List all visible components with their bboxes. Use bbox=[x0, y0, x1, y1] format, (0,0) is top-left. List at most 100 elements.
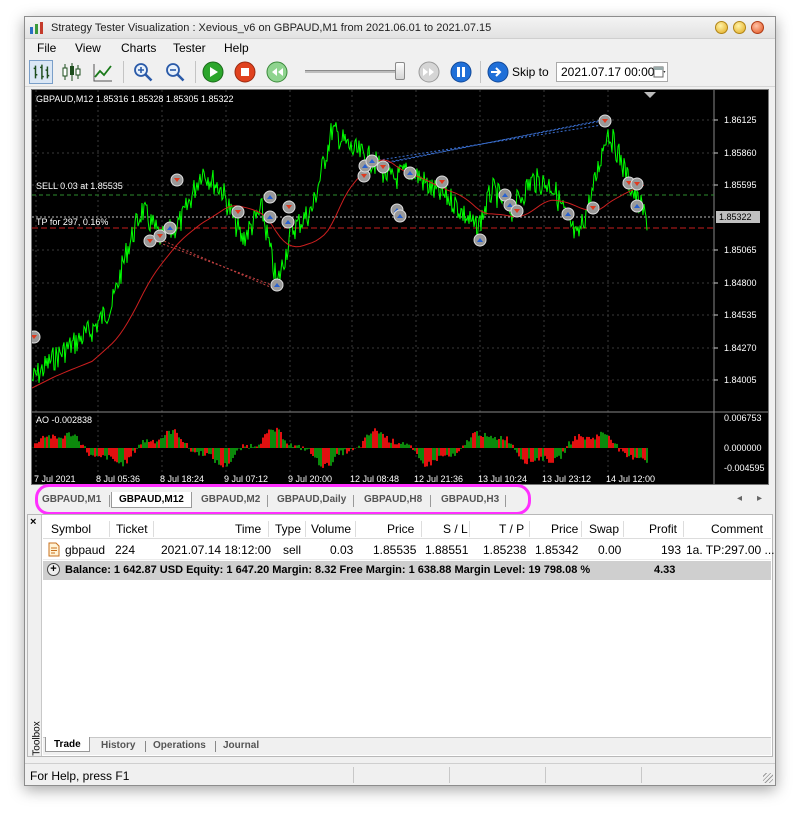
ao-bar bbox=[338, 448, 340, 455]
ao-bar bbox=[90, 448, 92, 455]
ao-bar bbox=[116, 448, 118, 463]
buy-marker-icon[interactable] bbox=[163, 221, 177, 235]
col-comment[interactable]: Comment bbox=[711, 522, 763, 536]
minimize-button[interactable] bbox=[715, 21, 728, 34]
menu-view[interactable]: View bbox=[75, 41, 101, 55]
col-tp[interactable]: T / P bbox=[499, 522, 524, 536]
column-divider[interactable] bbox=[469, 521, 470, 537]
speed-slider-track[interactable] bbox=[305, 70, 405, 73]
ao-bar bbox=[608, 435, 610, 448]
ao-bar bbox=[460, 448, 462, 449]
sell-marker-icon[interactable] bbox=[153, 229, 167, 243]
table-row[interactable]: gbpaud 224 2021.07.14 18:12:00 sell 0.03… bbox=[43, 540, 775, 560]
chart-shift-marker-icon[interactable] bbox=[644, 92, 656, 98]
ao-bar bbox=[80, 445, 82, 448]
buy-marker-icon[interactable] bbox=[270, 278, 284, 292]
column-divider[interactable] bbox=[153, 521, 154, 537]
column-divider[interactable] bbox=[421, 521, 422, 537]
sell-marker-icon[interactable] bbox=[376, 160, 390, 174]
tab-journal[interactable]: Journal bbox=[223, 740, 259, 751]
bar-chart-icon[interactable] bbox=[29, 60, 53, 84]
play-icon[interactable] bbox=[201, 60, 225, 84]
ao-bar bbox=[498, 438, 500, 448]
column-divider[interactable] bbox=[109, 521, 110, 537]
sell-marker-icon[interactable] bbox=[282, 200, 296, 214]
buy-marker-icon[interactable] bbox=[281, 215, 295, 229]
ao-bar bbox=[288, 445, 290, 448]
toolbox-close-icon[interactable]: × bbox=[30, 516, 36, 528]
column-divider[interactable] bbox=[305, 521, 306, 537]
pause-icon[interactable] bbox=[449, 60, 473, 84]
ao-bar bbox=[422, 448, 424, 464]
rewind-icon[interactable] bbox=[265, 60, 289, 84]
ao-bar bbox=[248, 448, 250, 449]
sell-marker-icon[interactable] bbox=[435, 175, 449, 189]
column-divider[interactable] bbox=[355, 521, 356, 537]
tab-operations[interactable]: Operations bbox=[153, 740, 206, 751]
column-divider[interactable] bbox=[581, 521, 582, 537]
column-divider[interactable] bbox=[623, 521, 624, 537]
menu-charts[interactable]: Charts bbox=[121, 41, 156, 55]
ao-bar bbox=[592, 437, 594, 448]
buy-marker-icon[interactable] bbox=[561, 207, 575, 221]
col-profit[interactable]: Profit bbox=[649, 522, 677, 536]
column-divider[interactable] bbox=[268, 521, 269, 537]
ao-bar bbox=[414, 448, 416, 451]
maximize-button[interactable] bbox=[733, 21, 746, 34]
buy-marker-icon[interactable] bbox=[630, 199, 644, 213]
buy-marker-icon[interactable] bbox=[473, 233, 487, 247]
col-type[interactable]: Type bbox=[275, 522, 301, 536]
col-symbol[interactable]: Symbol bbox=[51, 522, 91, 536]
col-volume[interactable]: Volume bbox=[311, 522, 351, 536]
stop-icon[interactable] bbox=[233, 60, 257, 84]
col-current-price[interactable]: Price bbox=[551, 522, 578, 536]
line-chart-icon[interactable] bbox=[91, 60, 115, 84]
zoom-out-icon[interactable] bbox=[163, 60, 187, 84]
column-divider[interactable] bbox=[683, 521, 684, 537]
menu-tester[interactable]: Tester bbox=[173, 41, 206, 55]
sell-marker-icon[interactable] bbox=[586, 201, 600, 215]
col-price[interactable]: Price bbox=[387, 522, 414, 536]
calendar-dropdown-icon[interactable] bbox=[653, 64, 667, 80]
tab-scroll-left-icon[interactable]: ◂ bbox=[737, 493, 742, 504]
buy-marker-icon[interactable] bbox=[393, 209, 407, 223]
expand-plus-icon[interactable]: + bbox=[47, 563, 60, 576]
tab-history[interactable]: History bbox=[101, 740, 135, 751]
buy-marker-icon[interactable] bbox=[263, 190, 277, 204]
skip-to-icon[interactable] bbox=[486, 60, 510, 84]
sell-marker-icon[interactable] bbox=[170, 173, 184, 187]
sell-marker-icon[interactable] bbox=[510, 204, 524, 218]
col-time[interactable]: Time bbox=[235, 522, 261, 536]
sell-marker-icon[interactable] bbox=[598, 114, 612, 128]
skip-to-date-field[interactable]: 2021.07.17 00:00 bbox=[556, 62, 668, 82]
zoom-in-icon[interactable] bbox=[131, 60, 155, 84]
buy-marker-icon[interactable] bbox=[403, 166, 417, 180]
buy-marker-icon[interactable] bbox=[365, 154, 379, 168]
ao-bar bbox=[296, 445, 298, 448]
sell-marker-icon[interactable] bbox=[630, 177, 644, 191]
col-swap[interactable]: Swap bbox=[589, 522, 619, 536]
resize-grip-icon[interactable] bbox=[763, 773, 773, 783]
column-divider[interactable] bbox=[529, 521, 530, 537]
sell-marker-icon[interactable] bbox=[231, 205, 245, 219]
menu-help[interactable]: Help bbox=[224, 41, 249, 55]
tab-scroll-right-icon[interactable]: ▸ bbox=[757, 493, 762, 504]
toolbox-tabs: Trade History Operations Journal bbox=[43, 737, 771, 755]
tab-trade[interactable]: Trade bbox=[45, 737, 90, 752]
price-chart[interactable]: 1.86125 1.85860 1.85595 1.85065 1.84800 1.845… bbox=[31, 89, 769, 485]
ao-bar bbox=[64, 435, 66, 448]
menu-file[interactable]: File bbox=[37, 41, 56, 55]
close-button[interactable] bbox=[751, 21, 764, 34]
ao-bar bbox=[48, 435, 50, 448]
sell-marker-icon[interactable] bbox=[32, 330, 41, 344]
skip-to-button[interactable]: Skip to bbox=[512, 65, 549, 79]
speed-slider-thumb[interactable] bbox=[395, 62, 405, 80]
col-sl[interactable]: S / L bbox=[443, 522, 468, 536]
ao-bar bbox=[590, 439, 592, 448]
ao-bar bbox=[632, 448, 634, 460]
fast-forward-icon[interactable] bbox=[417, 60, 441, 84]
candlestick-icon[interactable] bbox=[59, 60, 83, 84]
ao-bar bbox=[202, 448, 204, 456]
buy-marker-icon[interactable] bbox=[263, 210, 277, 224]
col-ticket[interactable]: Ticket bbox=[116, 522, 148, 536]
